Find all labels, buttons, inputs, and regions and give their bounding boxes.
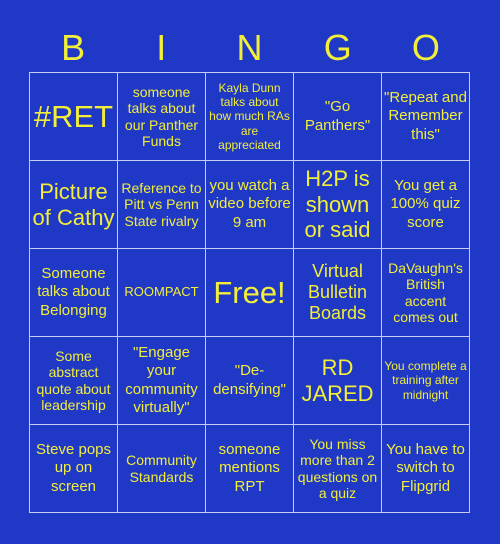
cell-text: Picture of Cathy	[32, 178, 115, 230]
header-letter-o: O	[411, 27, 440, 68]
bingo-cell[interactable]: "De-densifying"	[206, 337, 294, 425]
bingo-cell[interactable]: "Engage your community virtually"	[118, 337, 206, 425]
cell-text: Virtual Bulletin Boards	[307, 261, 368, 323]
cell-text: H2P is shown or said	[304, 165, 371, 243]
header-letter-n: N	[236, 27, 263, 68]
cell-text: "Repeat and Remember this"	[384, 89, 467, 143]
bingo-header: B I N G O	[29, 28, 470, 68]
bingo-cell[interactable]: you watch a video before 9 am	[206, 161, 294, 249]
bingo-board: #RET someone talks about our Panther Fun…	[29, 72, 470, 513]
bingo-cell[interactable]: H2P is shown or said	[294, 161, 382, 249]
bingo-cell[interactable]: Some abstract quote about leadership	[30, 337, 118, 425]
bingo-cell[interactable]: someone talks about our Panther Funds	[118, 73, 206, 161]
bingo-cell[interactable]: Community Standards	[118, 425, 206, 513]
cell-text: DaVaughn's British accent comes out	[388, 260, 463, 325]
cell-text: You complete a training after midnight	[384, 358, 467, 402]
cell-text: "Go Panthers"	[304, 98, 371, 134]
cell-text: Free!	[213, 274, 286, 310]
cell-text: someone mentions RPT	[218, 441, 281, 495]
bingo-cell[interactable]: Picture of Cathy	[30, 161, 118, 249]
cell-text: Kayla Dunn talks about how much RAs are …	[209, 80, 290, 153]
bingo-cell[interactable]: someone mentions RPT	[206, 425, 294, 513]
cell-text: You have to switch to Flipgrid	[386, 441, 465, 495]
bingo-cell[interactable]: "Repeat and Remember this"	[382, 73, 470, 161]
header-letter-b: B	[61, 27, 86, 68]
cell-text: someone talks about our Panther Funds	[124, 84, 199, 149]
cell-text: Reference to Pitt vs Penn State rivalry	[121, 180, 202, 229]
bingo-cell[interactable]: Reference to Pitt vs Penn State rivalry	[118, 161, 206, 249]
bingo-cell[interactable]: RD JARED	[294, 337, 382, 425]
bingo-cell[interactable]: ROOMPACT	[118, 249, 206, 337]
cell-text: RD JARED	[301, 354, 374, 406]
cell-text: Someone talks about Belonging	[37, 265, 110, 319]
bingo-cell[interactable]: You have to switch to Flipgrid	[382, 425, 470, 513]
header-letter-i: I	[156, 27, 167, 68]
cell-text: Some abstract quote about leadership	[36, 348, 111, 413]
bingo-cell[interactable]: Kayla Dunn talks about how much RAs are …	[206, 73, 294, 161]
bingo-cell[interactable]: Someone talks about Belonging	[30, 249, 118, 337]
header-letter-g: G	[323, 27, 352, 68]
bingo-cell[interactable]: #RET	[30, 73, 118, 161]
bingo-cell[interactable]: You miss more than 2 questions on a quiz	[294, 425, 382, 513]
bingo-cell[interactable]: Steve pops up on screen	[30, 425, 118, 513]
cell-text: You miss more than 2 questions on a quiz	[297, 436, 378, 501]
bingo-cell[interactable]: "Go Panthers"	[294, 73, 382, 161]
bingo-cell[interactable]: You complete a training after midnight	[382, 337, 470, 425]
bingo-cell[interactable]: You get a 100% quiz score	[382, 161, 470, 249]
cell-text: "Engage your community virtually"	[125, 343, 198, 416]
bingo-cell[interactable]: Virtual Bulletin Boards	[294, 249, 382, 337]
cell-text: Steve pops up on screen	[35, 441, 112, 495]
cell-text: #RET	[33, 98, 114, 134]
bingo-cell[interactable]: DaVaughn's British accent comes out	[382, 249, 470, 337]
cell-text: "De-densifying"	[213, 362, 286, 398]
cell-text: You get a 100% quiz score	[390, 177, 461, 231]
cell-text: you watch a video before 9 am	[208, 177, 291, 231]
free-space[interactable]: Free!	[206, 249, 294, 337]
cell-text: Community Standards	[126, 452, 197, 485]
cell-text: ROOMPACT	[124, 284, 199, 300]
